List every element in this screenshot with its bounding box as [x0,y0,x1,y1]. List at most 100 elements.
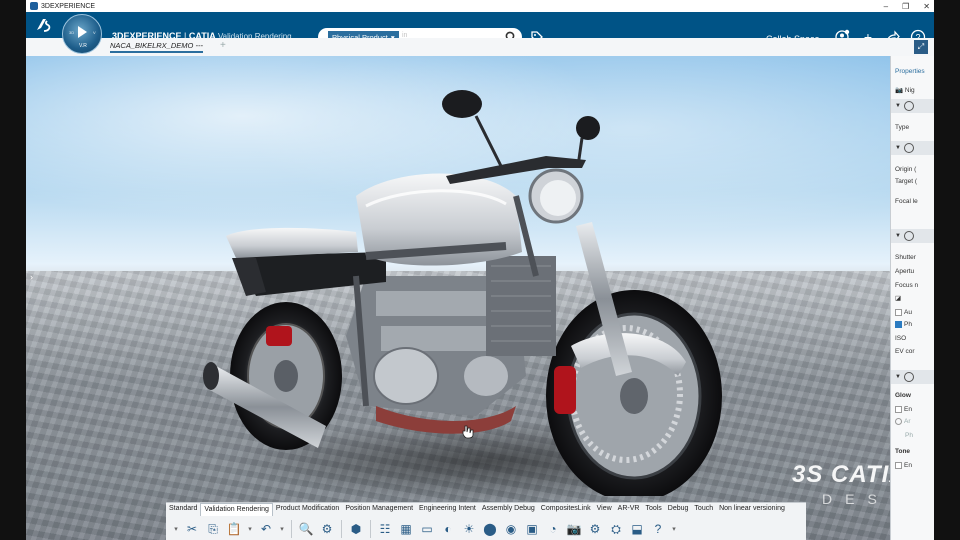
section-tab-position-management[interactable]: Position Management [342,503,416,516]
product-icon[interactable]: ⬢ [347,520,365,538]
vr-icon[interactable]: ⬓ [628,520,646,538]
iso-label: ISO [895,335,907,342]
effects-icon [903,372,914,382]
action-bar-sections: Standard Validation Rendering Product Mo… [166,503,788,516]
stage-icon[interactable]: ◐ [439,520,457,538]
glow-ar-row[interactable]: Ar [895,418,911,425]
physical-label: Ph [904,321,912,329]
section-position[interactable]: ▼ [891,141,934,155]
glow-enable-row[interactable]: En [895,406,912,413]
section-tab-tools[interactable]: Tools [642,503,664,516]
export-icon[interactable]: ⛭ [607,520,625,538]
physical-checkbox-row[interactable]: Ph [895,321,912,328]
decal-icon[interactable]: ◉ [502,520,520,538]
catia-watermark: 3S CATIA DESIGN [792,461,890,507]
add-tab-button[interactable]: + [220,40,226,51]
ds-logo-icon[interactable] [34,15,54,35]
glow-ph-label: Ph [905,432,913,439]
camera-icon: 📷 [895,87,904,94]
restore-button[interactable]: ❐ [902,2,909,11]
chevron-down-icon[interactable]: ▾ [278,520,286,538]
section-tab-validation-rendering[interactable]: Validation Rendering [200,503,273,516]
section-tab-view[interactable]: View [594,503,615,516]
section-camera[interactable]: ▼ [891,99,934,113]
tone-label: Tone [895,448,911,455]
section-tab-engineering-intent[interactable]: Engineering Intent [416,503,479,516]
minimize-button[interactable]: – [884,2,888,11]
paste-icon[interactable]: 📋 [225,520,243,538]
section-postprocess[interactable]: ▼ [891,370,934,384]
glow-label: Glow [895,392,911,399]
side-panel-arrow-icon[interactable]: › [30,272,33,282]
focus-label: Focus n [895,282,919,289]
grid-icon[interactable]: ▦ [397,520,415,538]
camera-name-row[interactable]: 📷 Nig [895,86,915,94]
window-controls: – ❐ ✕ [884,0,930,12]
camera-icon [903,101,914,111]
window-titlebar: 3DEXPERIENCE – ❐ ✕ [26,0,934,12]
section-tab-debug[interactable]: Debug [665,503,692,516]
auto-checkbox-row[interactable]: Au [895,309,912,316]
settings-icon[interactable]: ⚙ [586,520,604,538]
tone-enable-label: En [904,462,912,470]
environment-icon[interactable]: ▭ [418,520,436,538]
watermark-sub: DESIGN [822,491,890,507]
close-button[interactable]: ✕ [923,2,930,11]
shutter-label: Shutter [895,254,916,261]
properties-title: Properties [895,68,925,75]
section-tab-compositeslink[interactable]: CompositesLink [538,503,594,516]
compass-widget[interactable]: 3D V V.R [62,14,102,54]
glow-ar-label: Ar [904,418,911,426]
glow-enable-label: En [904,406,912,414]
rear-caliper [266,326,292,346]
tree-icon[interactable]: ☷ [376,520,394,538]
camera-name: Nig [904,87,915,94]
window-title: 3DEXPERIENCE [41,2,96,10]
toolbar-separator [341,520,342,538]
light-icon[interactable]: ☀ [460,520,478,538]
copy-icon[interactable]: ⎘ [204,520,222,538]
app-window: 3DEXPERIENCE – ❐ ✕ 3DEXPERIENCE | CATIA … [26,0,934,540]
section-tab-non-linear-versioning[interactable]: Non linear versioning [716,503,788,516]
toolbar-separator [291,520,292,538]
section-tab-touch[interactable]: Touch [691,503,716,516]
section-tab-standard[interactable]: Standard [166,503,200,516]
section-tab-ar-vr[interactable]: AR-VR [615,503,643,516]
section-tab-product-modification[interactable]: Product Modification [273,503,342,516]
help-icon[interactable]: ? [649,520,667,538]
tab-bar: NACA_BIKELRX_DEMO --- + ⤢ [26,38,934,56]
undo-icon[interactable]: ↶ [257,520,275,538]
section-lens[interactable]: ▼ [891,229,934,243]
expand-icon[interactable]: ⤢ [914,40,928,54]
glow-enable-checkbox [895,406,902,413]
right-mirror [576,116,600,140]
hand-cursor-icon [462,425,474,439]
left-mirror [442,90,482,118]
section-tab-assembly-debug[interactable]: Assembly Debug [479,503,538,516]
material-icon[interactable]: ⬤ [481,520,499,538]
fit-icon[interactable]: ⚙ [318,520,336,538]
front-caliper [554,366,576,414]
left-margin [0,0,26,540]
play-icon[interactable] [78,26,87,38]
cut-icon[interactable]: ✂ [183,520,201,538]
tab-naca-bikelrx-demo[interactable]: NACA_BIKELRX_DEMO --- [110,41,203,53]
target-label: Target ( [895,178,918,185]
capture-icon[interactable]: ◔ [544,520,562,538]
watermark-brand: CATIA [831,461,890,488]
chevron-down-icon[interactable]: ▾ [246,520,254,538]
chevron-down-icon[interactable]: ▾ [172,520,180,538]
render-icon[interactable]: ▣ [523,520,541,538]
exposure-icon: ◪ [895,295,902,302]
aperture-label: Apertu [895,268,915,275]
app-icon [30,2,38,10]
tone-enable-row[interactable]: En [895,462,912,469]
chevron-down-icon[interactable]: ▾ [670,520,678,538]
zoom-icon[interactable]: 🔍 [297,520,315,538]
3d-viewport[interactable]: › 3S CATIA DESIGN [26,56,890,540]
toolbar-separator [370,520,371,538]
physical-checkbox [895,321,902,328]
animation-icon[interactable]: 📷 [565,520,583,538]
type-label: Type [895,124,910,131]
axis-icon [903,143,914,153]
